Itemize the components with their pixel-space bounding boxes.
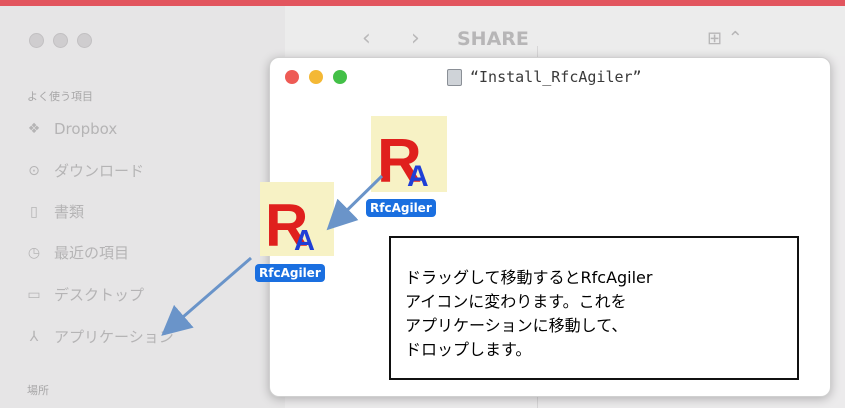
sidebar-item-label: 最近の項目 [54,244,130,262]
sidebar-item-label: アプリケーション [54,328,174,346]
disk-image-icon [447,68,462,86]
logo-letter-a: A [407,160,429,192]
forward-chevron-icon[interactable]: › [411,26,420,51]
sidebar-section-locations: 場所 [27,384,49,397]
sidebar-item-documents[interactable]: ▯ 書類 [24,201,84,222]
dropbox-icon: ❖ [27,121,41,137]
dragged-rfcagiler-label: RfcAgiler [255,264,325,282]
sidebar-section-favorites: よく使う項目 [27,90,93,103]
sidebar: よく使う項目 ❖ Dropbox ⊙ ダウンロード ▯ 書類 ◷ 最近の項目 ▭… [0,6,285,408]
sidebar-item-dropbox[interactable]: ❖ Dropbox [24,119,117,139]
close-button-inactive[interactable] [29,33,44,48]
window-controls [285,70,347,84]
zoom-button-inactive[interactable] [77,33,92,48]
sidebar-item-label: 書類 [54,203,85,221]
sidebar-item-desktop[interactable]: ▭ デスクトップ [24,284,144,305]
grid-view-icon[interactable]: ⊞ ⌃ [707,28,743,49]
sidebar-item-downloads[interactable]: ⊙ ダウンロード [24,160,144,181]
callout-line-1: ドラッグして移動するとRfcAgiler [405,268,653,287]
window-controls-inactive [29,33,92,48]
close-button[interactable] [285,70,299,84]
logo-letter-a: A [294,225,315,256]
instruction-callout: ドラッグして移動するとRfcAgiler アイコンに変わります。これを アプリケ… [389,236,799,380]
desktop-icon: ▭ [27,286,41,303]
clock-icon: ◷ [27,244,41,261]
titlebar: “Install_RfcAgiler” [270,58,830,98]
sidebar-item-applications[interactable]: ⅄ アプリケーション [24,326,174,347]
sidebar-item-label: ダウンロード [54,162,145,180]
rfcagiler-logo-icon: R A [377,127,429,192]
callout-line-3: アプリケーションに移動して、 [405,316,628,335]
sidebar-item-label: Dropbox [54,120,118,138]
sidebar-item-label: デスクトップ [54,286,145,304]
window-title-group: “Install_RfcAgiler” [447,68,642,86]
window-title: “Install_RfcAgiler” [470,68,642,86]
rfcagiler-logo-icon: R A [265,192,315,256]
background-window-title: SHARE [457,28,529,50]
download-icon: ⊙ [28,162,40,179]
minimize-button[interactable] [309,70,323,84]
callout-line-2: アイコンに変わります。これを [405,292,627,311]
rfcagiler-app-icon[interactable]: R A [371,116,447,192]
zoom-button[interactable] [333,70,347,84]
applications-icon: ⅄ [29,328,39,345]
sidebar-item-recents[interactable]: ◷ 最近の項目 [24,242,129,263]
dragged-rfcagiler-icon[interactable]: R A [260,182,334,256]
rfcagiler-app-label[interactable]: RfcAgiler [366,199,436,217]
callout-line-4: ドロップします。 [405,340,532,359]
minimize-button-inactive[interactable] [53,33,68,48]
background-toolbar: ‹ › SHARE ⊞ ⌃ [285,6,845,56]
back-chevron-icon[interactable]: ‹ [362,26,371,51]
document-icon: ▯ [30,203,38,220]
